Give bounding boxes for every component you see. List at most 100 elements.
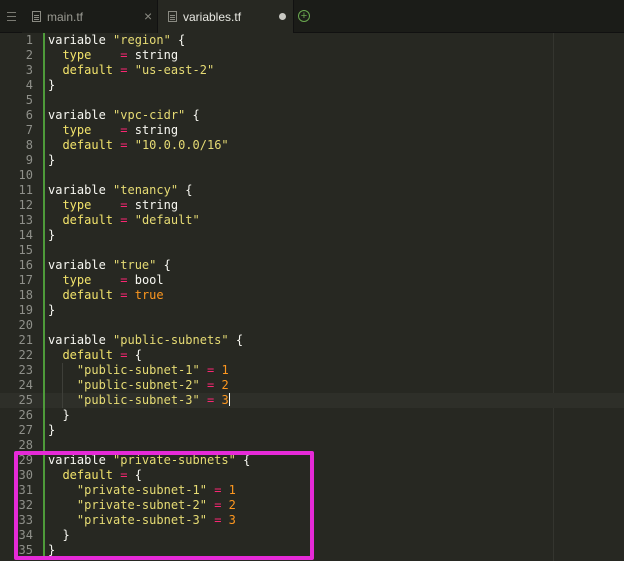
line-number: 2 <box>25 48 33 62</box>
code-line[interactable]: 12 type = string <box>0 198 624 213</box>
code-token: "default" <box>134 213 200 227</box>
line-number: 6 <box>25 108 33 122</box>
code-text: "public-subnet-3" = 3 <box>48 393 230 408</box>
code-token: { <box>228 333 244 347</box>
code-text: default = "us-east-2" <box>48 63 214 78</box>
code-line[interactable]: 6 variable "vpc-cidr" { <box>0 108 624 123</box>
line-number: 23 <box>18 363 33 377</box>
code-line[interactable]: 26 } <box>0 408 624 423</box>
code-text: default = "default" <box>48 213 200 228</box>
code-line[interactable]: 21 variable "public-subnets" { <box>0 333 624 348</box>
dirty-dot-icon[interactable] <box>279 13 286 20</box>
code-token: = <box>120 48 128 62</box>
code-token: string <box>127 48 179 62</box>
code-line[interactable]: 3 default = "us-east-2" <box>0 63 624 78</box>
code-line[interactable]: 22 default = { <box>0 348 624 363</box>
code-token: { <box>127 348 142 362</box>
code-text: } <box>48 303 55 318</box>
code-line[interactable]: 11 variable "tenancy" { <box>0 183 624 198</box>
code-token: } <box>48 153 56 167</box>
line-number: 26 <box>18 408 33 422</box>
code-line[interactable]: 2 type = string <box>0 48 624 63</box>
code-token: default <box>62 63 114 77</box>
code-token: = <box>120 123 128 137</box>
code-token: default <box>62 288 114 302</box>
tab-bar: main.tf × variables.tf + <box>0 0 624 33</box>
code-token: type <box>62 273 92 287</box>
code-text: } <box>48 228 55 243</box>
line-number: 24 <box>18 378 33 392</box>
code-text: default = true <box>48 288 163 303</box>
code-token: = <box>120 213 128 227</box>
code-line[interactable]: 17 type = bool <box>0 273 624 288</box>
code-token: "true" <box>113 258 157 272</box>
code-line[interactable]: 10 <box>0 168 624 183</box>
menu-icon[interactable] <box>6 9 18 23</box>
code-token: default <box>62 138 114 152</box>
code-token: variable <box>48 333 114 347</box>
code-line[interactable]: 23 "public-subnet-1" = 1 <box>0 363 624 378</box>
code-token: default <box>62 348 114 362</box>
tab-main-tf[interactable]: main.tf × <box>22 0 158 33</box>
text-cursor <box>228 393 230 406</box>
line-number: 20 <box>18 318 33 332</box>
code-line[interactable]: 1 variable "region" { <box>0 33 624 48</box>
code-token: } <box>48 408 70 422</box>
code-line[interactable]: 16 variable "true" { <box>0 258 624 273</box>
code-text: } <box>48 78 55 93</box>
code-text: "public-subnet-1" = 1 <box>48 363 229 378</box>
code-token: type <box>62 48 92 62</box>
code-text: variable "vpc-cidr" { <box>48 108 200 123</box>
code-token: "vpc-cidr" <box>113 108 186 122</box>
code-line[interactable]: 5 <box>0 93 624 108</box>
close-icon[interactable]: × <box>144 9 152 23</box>
line-number: 21 <box>18 333 33 347</box>
code-line[interactable]: 18 default = true <box>0 288 624 303</box>
code-text: } <box>48 153 55 168</box>
code-line[interactable]: 9} <box>0 153 624 168</box>
code-token: { <box>156 258 171 272</box>
code-token: = <box>120 138 128 152</box>
line-number: 7 <box>25 123 33 137</box>
code-line[interactable]: 4} <box>0 78 624 93</box>
line-number: 10 <box>18 168 33 182</box>
code-line[interactable]: 27} <box>0 423 624 438</box>
code-token: variable <box>48 33 114 47</box>
code-token: "public-subnet-3" <box>76 393 200 407</box>
code-line[interactable]: 19} <box>0 303 624 318</box>
line-number: 5 <box>25 93 33 107</box>
code-token: } <box>48 423 56 437</box>
code-text: type = string <box>48 123 178 138</box>
code-token: } <box>48 228 56 242</box>
new-tab-icon[interactable]: + <box>298 10 310 22</box>
code-line[interactable]: 8 default = "10.0.0.0/16" <box>0 138 624 153</box>
code-token: "public-subnet-2" <box>76 378 200 392</box>
code-token: { <box>170 33 186 47</box>
code-line[interactable]: 13 default = "default" <box>0 213 624 228</box>
code-line[interactable]: 7 type = string <box>0 123 624 138</box>
code-line[interactable]: 14} <box>0 228 624 243</box>
code-line[interactable]: 25 "public-subnet-3" = 3 <box>0 393 624 408</box>
code-line[interactable]: 24 "public-subnet-2" = 2 <box>0 378 624 393</box>
tab-variables-tf[interactable]: variables.tf <box>158 0 294 33</box>
code-token: type <box>62 123 92 137</box>
code-text: } <box>48 423 55 438</box>
code-line[interactable]: 20 <box>0 318 624 333</box>
code-token: variable <box>48 183 114 197</box>
line-number: 19 <box>18 303 33 317</box>
code-line[interactable]: 15 <box>0 243 624 258</box>
line-number: 15 <box>18 243 33 257</box>
code-token: "10.0.0.0/16" <box>134 138 229 152</box>
code-token: 2 <box>221 378 229 392</box>
line-number: 25 <box>18 393 33 407</box>
file-icon <box>32 11 41 22</box>
